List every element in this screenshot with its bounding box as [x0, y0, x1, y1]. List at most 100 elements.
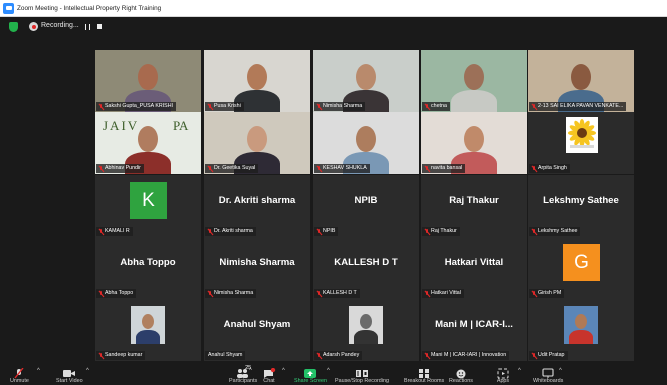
participant-name-tag: Abhinav Pundir: [96, 164, 144, 173]
mic-muted-icon: [99, 103, 103, 110]
participants-button[interactable]: 25 Participants: [229, 363, 257, 385]
shield-icon[interactable]: [9, 22, 18, 32]
mic-muted-icon: [532, 165, 536, 172]
participant-video: [131, 306, 165, 344]
participant-display-name: KALLESH D T: [334, 257, 398, 268]
audio-options-caret[interactable]: ^: [37, 368, 40, 374]
mic-muted-icon: [208, 228, 212, 235]
participant-display-name: Abha Toppo: [120, 257, 176, 268]
background-logo: JAIV: [103, 118, 140, 133]
share-screen-button[interactable]: Share Screen: [294, 363, 327, 385]
participant-name-tag: Lekshmy Sathee: [529, 227, 581, 236]
participant-tile[interactable]: Dr. Akriti sharma Dr. Akriti sharma: [204, 175, 310, 237]
reactions-icon: [454, 366, 468, 379]
sunflower-icon: [568, 119, 596, 148]
mic-muted-icon: [99, 290, 103, 297]
meeting-toolbar: Unmute ^ Start Video ^ 25 Participants ^…: [0, 363, 667, 385]
participant-tile[interactable]: chetna: [421, 50, 527, 112]
avatar: G: [563, 244, 600, 281]
participant-name: KAMALI R: [105, 228, 130, 234]
chat-caret[interactable]: ^: [282, 368, 285, 374]
participant-name: Pusa Krishi: [214, 103, 241, 109]
mic-muted-icon: [208, 165, 212, 172]
participant-tile[interactable]: G Girish PM: [528, 237, 634, 299]
participant-tile[interactable]: KESHAV SHUKLA: [313, 112, 419, 174]
background-logo: PA: [173, 118, 189, 133]
participant-name: KESHAV SHUKLA: [323, 165, 367, 171]
participant-tile[interactable]: KALLESH D T KALLESH D T: [313, 237, 419, 299]
participant-name: Abhinav Pundir: [105, 165, 141, 171]
participant-tile[interactable]: 2-13 SAI ELIKA PAVAN VENKATE...: [528, 50, 634, 112]
recording-icon: [29, 22, 38, 31]
participant-tile[interactable]: Dr. Geetika Suyal: [204, 112, 310, 174]
participant-display-name: Dr. Akriti sharma: [218, 195, 296, 206]
participant-name-tag: Hatkari Vittal: [422, 289, 464, 298]
participant-tile[interactable]: NPIB NPIB: [313, 175, 419, 237]
participant-tile[interactable]: Adarsh Pandey: [313, 299, 419, 361]
participant-name: Sandeep kumar: [105, 352, 143, 358]
participant-name: Dr. Akriti sharma: [214, 228, 253, 234]
participant-name: Dr. Geetika Suyal: [214, 165, 256, 171]
breakout-rooms-icon: [417, 366, 431, 378]
participant-name-tag: Pusa Krishi: [205, 102, 244, 111]
participant-tile[interactable]: navita bansal: [421, 112, 527, 174]
start-video-button[interactable]: Start Video: [56, 363, 83, 385]
participants-caret[interactable]: ^: [249, 368, 252, 374]
participants-icon: 25: [236, 365, 251, 378]
recording-status: Recording...: [41, 22, 79, 29]
chat-button[interactable]: Chat: [262, 363, 276, 385]
participant-name: Arpita Singh: [538, 165, 567, 171]
breakout-rooms-button[interactable]: Breakout Rooms: [404, 363, 444, 385]
mic-muted-icon: [317, 228, 321, 235]
participant-name: NPIB: [323, 228, 336, 234]
participant-tile[interactable]: Hatkari Vittal Hatkari Vittal: [421, 237, 527, 299]
participant-tile[interactable]: Sakshi Gupta_PUSA KRISHI: [95, 50, 201, 112]
participant-tile[interactable]: Anahul Shyam Anahul Shyam: [204, 299, 310, 361]
participant-display-name: Lekshmy Sathee: [543, 195, 619, 206]
recording-controls-button[interactable]: Pause/Stop Recording: [335, 363, 389, 385]
participant-tile[interactable]: K KAMALI R: [95, 175, 201, 237]
participant-tile[interactable]: Pusa Krishi: [204, 50, 310, 112]
participant-name-tag: chetna: [422, 102, 450, 111]
participant-tile[interactable]: Raj Thakur Raj Thakur: [421, 175, 527, 237]
participant-name-tag: Mani M | ICAR-IARI | Innovation: [422, 351, 510, 360]
participant-display-name: Anahul Shyam: [223, 319, 291, 330]
participant-name: Lekshmy Sathee: [538, 228, 578, 234]
whiteboards-button[interactable]: Whiteboards: [533, 363, 563, 385]
mic-muted-icon: [99, 165, 103, 172]
participant-tile[interactable]: Nimisha Sharma Nimisha Sharma: [204, 237, 310, 299]
mic-muted-icon: [425, 228, 429, 235]
participant-name-tag: Arpita Singh: [529, 164, 570, 173]
apps-button[interactable]: Apps: [496, 363, 510, 385]
meeting-top-bar: Recording...: [0, 17, 667, 39]
mic-muted-icon: [208, 290, 212, 297]
participant-tile[interactable]: Mani M | ICAR-I... Mani M | ICAR-IARI | I…: [421, 299, 527, 361]
share-caret[interactable]: ^: [327, 368, 330, 374]
reactions-button[interactable]: Reactions: [449, 363, 473, 385]
participant-tile[interactable]: Nimisha Sharma: [313, 50, 419, 112]
stop-recording-button[interactable]: [97, 24, 102, 29]
participant-name-tag: navita bansal: [422, 164, 466, 173]
participant-tile[interactable]: Lekshmy Sathee Lekshmy Sathee: [528, 175, 634, 237]
participant-tile[interactable]: Abha Toppo Abha Toppo: [95, 237, 201, 299]
participant-name-tag: Raj Thakur: [422, 227, 460, 236]
pause-recording-button[interactable]: [85, 24, 90, 30]
video-options-caret[interactable]: ^: [86, 368, 89, 374]
whiteboards-caret[interactable]: ^: [559, 368, 562, 374]
participant-name-tag: Udit Pratap: [529, 351, 568, 360]
participant-name: navita bansal: [431, 165, 463, 171]
participant-name-tag: Girish PM: [529, 289, 565, 298]
participant-name: chetna: [431, 103, 447, 109]
participant-tile[interactable]: Udit Pratap: [528, 299, 634, 361]
participant-tile[interactable]: Arpita Singh: [528, 112, 634, 174]
unmute-button[interactable]: Unmute: [10, 363, 29, 385]
participant-name: Girish PM: [538, 290, 562, 296]
participant-display-name: NPIB: [354, 195, 378, 206]
apps-caret[interactable]: ^: [518, 368, 521, 374]
participant-name-tag: 2-13 SAI ELIKA PAVAN VENKATE...: [529, 102, 627, 111]
participant-name: Hatkari Vittal: [431, 290, 461, 296]
participant-tile[interactable]: JAIV PA Abhinav Pundir: [95, 112, 201, 174]
participant-tile[interactable]: Sandeep kumar: [95, 299, 201, 361]
participant-name: Sakshi Gupta_PUSA KRISHI: [105, 103, 174, 109]
participant-name-tag: Nimisha Sharma: [205, 289, 257, 298]
